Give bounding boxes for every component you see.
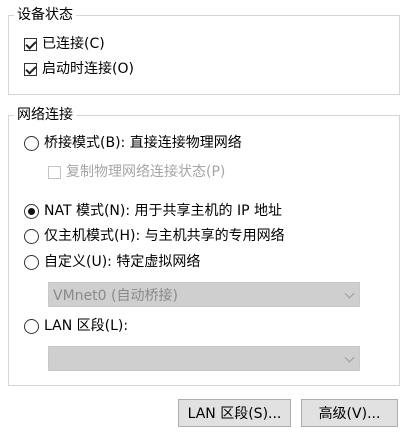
nat-radio-row[interactable]: NAT 模式(N): 用于共享主机的 IP 地址 <box>24 202 282 220</box>
connected-checkbox-row[interactable]: 已连接(C) <box>24 35 105 53</box>
bridged-radio[interactable] <box>24 135 39 151</box>
custom-network-select-value: VMnet0 (自动桥接) <box>53 287 178 304</box>
connect-at-power-on-row[interactable]: 启动时连接(O) <box>24 60 134 78</box>
host-only-radio-row[interactable]: 仅主机模式(H): 与主机共享的专用网络 <box>24 227 285 245</box>
chevron-down-icon <box>344 288 355 299</box>
host-only-radio[interactable] <box>24 228 39 244</box>
device-status-title: 设备状态 <box>14 7 76 23</box>
connect-at-power-on-label: 启动时连接(O) <box>42 61 134 77</box>
lan-segment-select[interactable] <box>48 346 360 371</box>
network-connection-title: 网络连接 <box>14 107 76 123</box>
bridged-radio-row[interactable]: 桥接模式(B): 直接连接物理网络 <box>24 134 242 152</box>
replicate-state-checkbox[interactable] <box>48 165 61 179</box>
advanced-button[interactable]: 高级(V)... <box>301 399 398 427</box>
custom-radio-row[interactable]: 自定义(U): 特定虚拟网络 <box>24 253 200 271</box>
custom-network-select[interactable]: VMnet0 (自动桥接) <box>48 282 360 307</box>
replicate-state-row[interactable]: 复制物理网络连接状态(P) <box>48 163 225 181</box>
nat-radio[interactable] <box>24 203 39 219</box>
connected-label: 已连接(C) <box>42 36 105 52</box>
device-status-group <box>8 15 400 95</box>
host-only-label: 仅主机模式(H): 与主机共享的专用网络 <box>44 228 285 244</box>
lan-segment-radio-row[interactable]: LAN 区段(L): <box>24 317 128 335</box>
custom-radio[interactable] <box>24 254 39 270</box>
connect-at-power-on-checkbox[interactable] <box>24 62 37 76</box>
nat-label: NAT 模式(N): 用于共享主机的 IP 地址 <box>44 203 282 219</box>
lan-segment-label: LAN 区段(L): <box>44 318 129 334</box>
custom-label: 自定义(U): 特定虚拟网络 <box>44 254 201 270</box>
connected-checkbox[interactable] <box>24 37 37 51</box>
bridged-label: 桥接模式(B): 直接连接物理网络 <box>44 135 242 151</box>
lan-segments-button[interactable]: LAN 区段(S)... <box>178 399 291 427</box>
replicate-state-label: 复制物理网络连接状态(P) <box>66 164 226 180</box>
lan-segment-radio[interactable] <box>24 318 39 334</box>
chevron-down-icon <box>344 352 355 363</box>
